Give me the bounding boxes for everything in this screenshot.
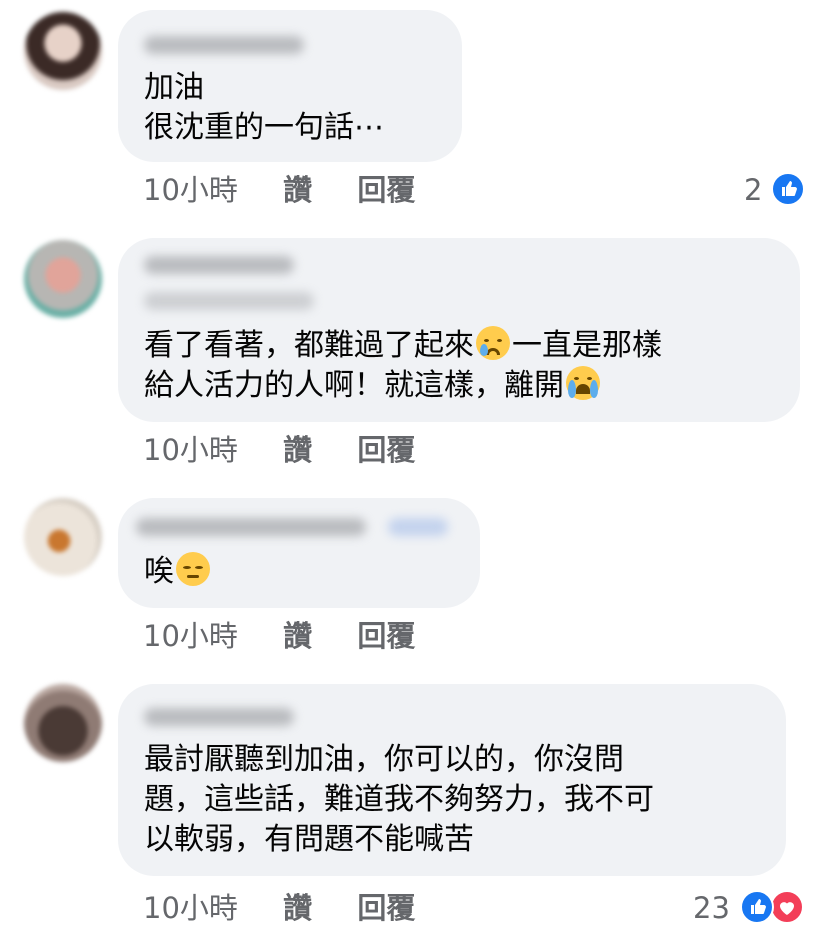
commenter-name-blurred[interactable] [144, 256, 294, 274]
reply-button[interactable]: 回覆 [357, 172, 415, 208]
comment-text: 加油 很沈重的一句話⋯ [144, 70, 384, 145]
like-button[interactable]: 讚 [283, 432, 312, 468]
comment-bubble: 唉 [118, 498, 480, 608]
commenter-avatar[interactable] [24, 12, 102, 90]
crying-face-emoji [476, 326, 510, 360]
comment-actions: 10小時 讚 回覆 [143, 618, 451, 654]
reaction-summary[interactable]: 23 [693, 890, 730, 926]
reply-button[interactable]: 回覆 [357, 618, 415, 654]
like-button[interactable]: 讚 [283, 618, 312, 654]
comment-text: 最討厭聽到加油，你可以的，你沒問 題，這些話，難道我不夠努力，我不可 以軟弱，有… [144, 742, 654, 857]
thumbs-up-icon [740, 890, 774, 924]
comment-actions: 10小時 讚 回覆 [143, 432, 451, 468]
commenter-name-blurred[interactable] [136, 518, 366, 536]
comment-actions: 10小時 讚 回覆 [143, 172, 451, 208]
commenter-avatar[interactable] [24, 684, 102, 762]
reply-button[interactable]: 回覆 [357, 890, 415, 926]
commenter-avatar[interactable] [24, 240, 102, 318]
comment-bubble: 看了看著，都難過了起來 一直是那樣 給人活力的人啊！就這樣，離開 [118, 238, 800, 422]
comment-actions: 10小時 讚 回覆 [143, 890, 451, 926]
commenter-badge-blurred [388, 518, 448, 536]
reaction-count: 2 [744, 173, 763, 207]
like-button[interactable]: 讚 [283, 890, 312, 926]
sobbing-face-emoji [566, 366, 600, 400]
commenter-subtitle-blurred [144, 292, 314, 310]
comment-text: 唉 [144, 552, 212, 592]
timestamp[interactable]: 10小時 [143, 432, 238, 468]
thumbs-up-icon [771, 172, 805, 206]
comment-bubble: 加油 很沈重的一句話⋯ [118, 10, 462, 162]
timestamp[interactable]: 10小時 [143, 890, 238, 926]
reply-button[interactable]: 回覆 [357, 432, 415, 468]
comment-bubble: 最討厭聽到加油，你可以的，你沒問 題，這些話，難道我不夠努力，我不可 以軟弱，有… [118, 684, 786, 876]
comment-text: 看了看著，都難過了起來 一直是那樣 給人活力的人啊！就這樣，離開 [144, 326, 662, 403]
heart-icon [770, 890, 804, 924]
commenter-name-blurred[interactable] [144, 36, 304, 54]
reaction-count: 23 [693, 891, 730, 925]
commenter-avatar[interactable] [24, 498, 102, 576]
timestamp[interactable]: 10小時 [143, 172, 238, 208]
timestamp[interactable]: 10小時 [143, 618, 238, 654]
like-button[interactable]: 讚 [283, 172, 312, 208]
reaction-summary[interactable]: 2 [744, 172, 762, 208]
commenter-name-blurred[interactable] [144, 708, 294, 726]
pensive-face-emoji [176, 552, 210, 586]
